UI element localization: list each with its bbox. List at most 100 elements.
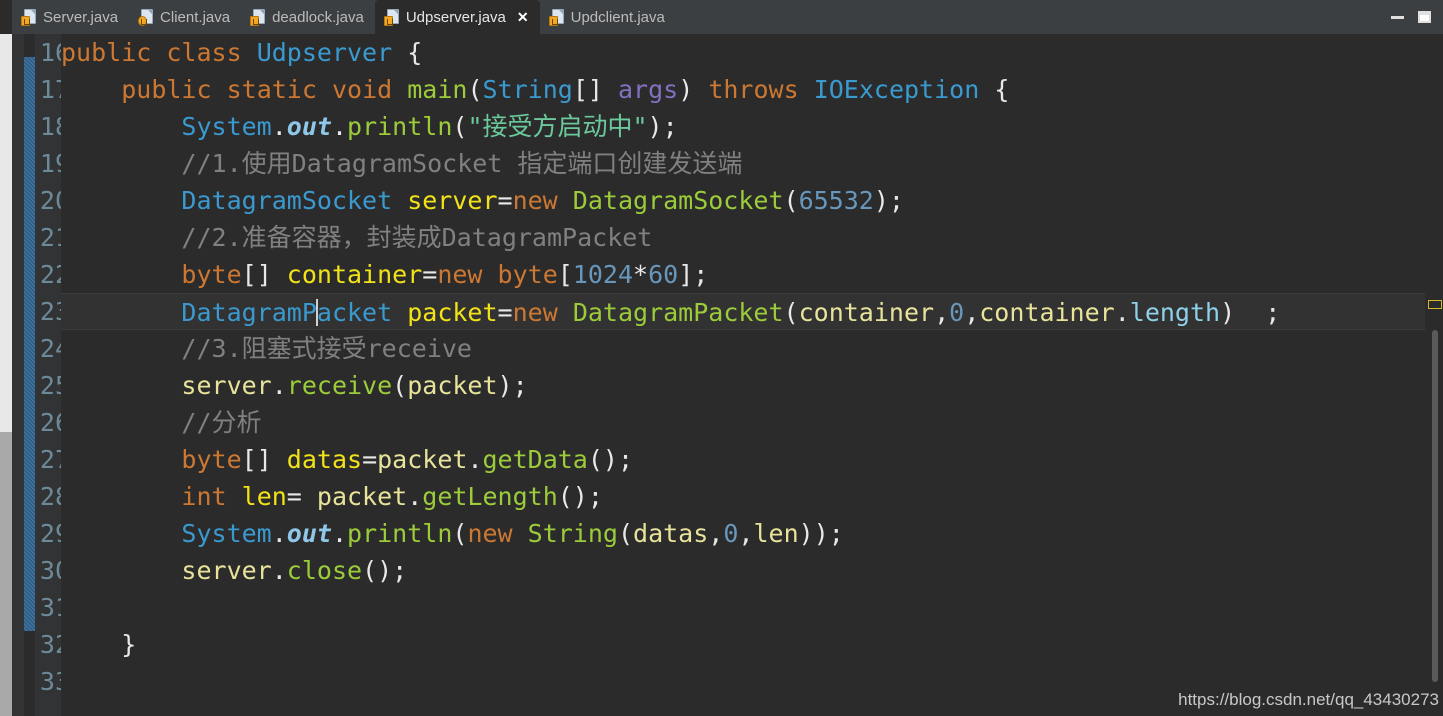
code-line[interactable]: public static void main(String[] args) t… xyxy=(61,71,1425,108)
code-token: byte xyxy=(181,260,242,289)
editor-tab-bar: Server.java Client.java deadlock.java Udpse… xyxy=(0,0,1443,34)
editor-tab-server-java[interactable]: Server.java xyxy=(12,0,129,34)
warning-marker-icon[interactable] xyxy=(1428,300,1442,309)
code-token: println xyxy=(347,112,453,141)
java-file-icon xyxy=(548,8,564,26)
code-token: void xyxy=(331,75,393,104)
code-token: byte xyxy=(181,445,242,474)
minimize-button-icon[interactable] xyxy=(1391,15,1404,19)
code-line[interactable]: byte[] datas=packet.getData(); xyxy=(61,441,1425,478)
code-token: = xyxy=(497,186,513,215)
code-token: . xyxy=(1114,298,1130,327)
maximize-button-icon[interactable] xyxy=(1418,11,1431,23)
code-token: container xyxy=(979,298,1115,327)
code-line[interactable]: byte[] container=new byte[1024*60]; xyxy=(61,256,1425,293)
code-token: println xyxy=(347,519,453,548)
editor-tab-client-java[interactable]: Client.java xyxy=(129,0,241,34)
code-token: int xyxy=(181,482,227,511)
code-line[interactable]: //1.使用DatagramSocket 指定端口创建发送端 xyxy=(61,145,1425,182)
code-token: . xyxy=(467,445,483,474)
code-line[interactable]: System.out.println(new String(datas,0,le… xyxy=(61,515,1425,552)
code-token: acket xyxy=(316,298,393,327)
code-line[interactable]: DatagramPacket packet=new DatagramPacket… xyxy=(61,293,1425,330)
code-token: [] xyxy=(241,260,287,289)
code-editor[interactable]: 16 17 18 19 20 21 22 23 24 25 26 27 28 29 30 31 32 33 pub… xyxy=(0,34,1443,716)
java-file-icon xyxy=(383,8,399,26)
code-token: getData xyxy=(482,445,588,474)
left-scrollbar-thumb[interactable] xyxy=(0,34,12,432)
code-token: server xyxy=(181,371,272,400)
editor-tab-udpserver-java[interactable]: Udpserver.java ✕ xyxy=(374,0,540,34)
code-token: Udpserver xyxy=(256,38,393,67)
java-file-icon xyxy=(21,8,36,26)
code-token: main xyxy=(407,75,468,104)
code-token: . xyxy=(271,112,287,141)
code-token: . xyxy=(407,482,423,511)
code-token: ( xyxy=(467,75,483,104)
code-token: DatagramP xyxy=(181,298,317,327)
code-token: ) ; xyxy=(1220,298,1281,327)
code-token: server xyxy=(407,186,498,215)
code-token: packet xyxy=(377,445,468,474)
editor-tab-deadlock-java[interactable]: deadlock.java xyxy=(241,0,375,34)
code-token: getLength xyxy=(422,482,558,511)
code-line[interactable]: //3.阻塞式接受receive xyxy=(61,330,1425,367)
code-line[interactable] xyxy=(61,589,1425,626)
code-token: ); xyxy=(873,186,904,215)
code-line[interactable]: server.receive(packet); xyxy=(61,367,1425,404)
code-token: packet xyxy=(407,298,498,327)
code-token: new xyxy=(512,186,558,215)
code-token: String xyxy=(527,519,618,548)
code-line[interactable]: server.close(); xyxy=(61,552,1425,589)
window-controls xyxy=(1391,0,1443,34)
code-line[interactable]: DatagramSocket server=new DatagramSocket… xyxy=(61,182,1425,219)
code-line[interactable]: } xyxy=(61,626,1425,663)
java-file-icon xyxy=(138,8,154,26)
code-token: ) xyxy=(678,75,709,104)
code-token: . xyxy=(271,371,287,400)
code-line[interactable]: int len= packet.getLength(); xyxy=(61,478,1425,515)
close-icon[interactable]: ✕ xyxy=(517,10,529,24)
editor-tab-label: Server.java xyxy=(43,8,119,26)
code-token: . xyxy=(331,112,348,141)
code-token: 0 xyxy=(723,519,739,548)
code-line[interactable]: System.out.println("接受方启动中"); xyxy=(61,108,1425,145)
code-token: [ xyxy=(557,260,573,289)
left-scrollbar[interactable] xyxy=(0,34,12,716)
left-scrollbar-track[interactable] xyxy=(0,432,12,716)
code-token: { xyxy=(392,38,423,67)
right-scrollbar-thumb[interactable] xyxy=(1432,330,1438,682)
line-number-gutter[interactable]: 16 17 18 19 20 21 22 23 24 25 26 27 28 29 30 31 32 33 xyxy=(12,34,70,716)
code-token: , xyxy=(708,519,724,548)
editor-tab-updclient-java[interactable]: Updclient.java xyxy=(540,0,676,34)
code-line[interactable]: public class Udpserver { xyxy=(61,34,1425,71)
right-scrollbar[interactable] xyxy=(1425,34,1443,716)
code-token: container xyxy=(798,298,935,327)
code-token: 0 xyxy=(949,298,965,327)
code-token: , xyxy=(964,298,980,327)
code-token: DatagramSocket xyxy=(572,186,784,215)
code-token: container xyxy=(286,260,423,289)
editor-tab-label: Updclient.java xyxy=(570,8,665,26)
code-token: receive xyxy=(286,371,393,400)
code-token: ( xyxy=(452,112,468,141)
code-content[interactable]: public class Udpserver { public static v… xyxy=(61,34,1425,716)
code-token: ); xyxy=(497,371,528,400)
code-token: DatagramPacket xyxy=(572,298,784,327)
code-line[interactable]: //2.准备容器，封装成DatagramPacket xyxy=(61,219,1425,256)
code-token: DatagramSocket xyxy=(181,186,393,215)
code-line[interactable]: //分析 xyxy=(61,404,1425,441)
code-token: IOException xyxy=(813,75,980,104)
code-token: server xyxy=(181,556,272,585)
